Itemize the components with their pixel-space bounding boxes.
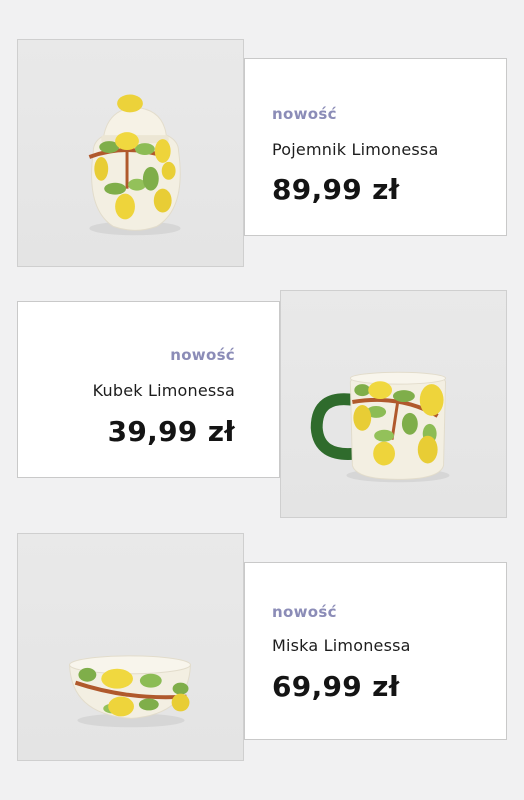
product-card-mug[interactable]: nowość Kubek Limonessa 39,99 zł (17, 301, 280, 478)
product-price: 69,99 zł (272, 670, 400, 703)
product-card-bowl[interactable]: nowość Miska Limonessa 69,99 zł (244, 562, 507, 740)
product-image-bowl[interactable] (17, 533, 244, 761)
product-name[interactable]: Miska Limonessa (272, 636, 411, 655)
product-name[interactable]: Kubek Limonessa (93, 381, 235, 400)
product-price: 39,99 zł (107, 415, 235, 448)
new-badge: nowość (170, 346, 235, 364)
product-card-jar[interactable]: nowość Pojemnik Limonessa 89,99 zł (244, 58, 507, 236)
new-badge: nowość (272, 603, 337, 621)
product-name[interactable]: Pojemnik Limonessa (272, 140, 438, 159)
new-badge: nowość (272, 105, 337, 123)
mug-image (310, 371, 450, 483)
product-image-jar[interactable] (17, 39, 244, 267)
lidded-jar-image (88, 94, 181, 236)
product-image-mug[interactable] (280, 290, 507, 518)
bowl-image (69, 655, 191, 728)
product-price: 89,99 zł (272, 173, 400, 206)
